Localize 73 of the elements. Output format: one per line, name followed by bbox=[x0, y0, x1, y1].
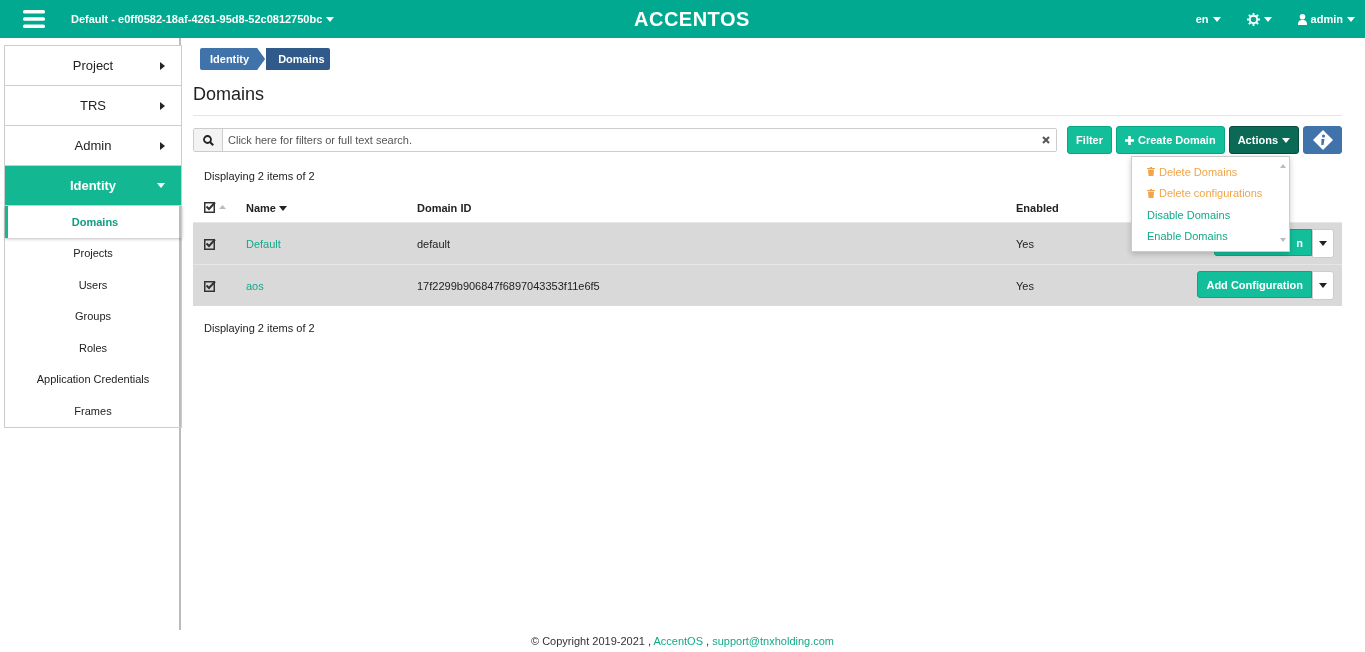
trash-icon bbox=[1147, 188, 1155, 198]
scrollbar[interactable] bbox=[1279, 163, 1287, 243]
items-count: Displaying 2 items of 2 bbox=[204, 322, 315, 334]
checkbox[interactable] bbox=[204, 238, 216, 251]
user-menu[interactable]: admin bbox=[1297, 13, 1355, 25]
sidebar-subitem[interactable]: Domains bbox=[5, 206, 182, 238]
sidebar-subitem[interactable]: Application Credentials bbox=[5, 363, 181, 395]
trash-icon bbox=[1147, 167, 1155, 177]
actions-button[interactable]: Actions bbox=[1228, 126, 1299, 154]
menu-icon[interactable] bbox=[23, 10, 45, 28]
checkbox[interactable] bbox=[204, 280, 216, 293]
project-selector[interactable]: Default - e0ff0582-18af-4261-95d8-52c0812750bc bbox=[71, 13, 335, 25]
table-cell: default bbox=[417, 237, 451, 250]
email-link[interactable]: support@tnxholding.com bbox=[712, 635, 834, 647]
settings-icon bbox=[1246, 12, 1260, 26]
column-header: Enabled bbox=[1016, 202, 1059, 214]
search-field[interactable]: Click here for filters or full text search. bbox=[223, 134, 1043, 146]
domain-link[interactable]: aos bbox=[246, 279, 264, 292]
column-header: Domain ID bbox=[417, 202, 472, 214]
sidebar-item[interactable]: TRS bbox=[5, 86, 181, 126]
menu-item[interactable]: Disable Domains bbox=[1132, 204, 1289, 226]
domain-link[interactable]: Default bbox=[246, 237, 281, 250]
add-configuration-button[interactable]: Add Configuration bbox=[1197, 271, 1312, 298]
sidebar-subitem[interactable]: Frames bbox=[5, 395, 181, 427]
sidebar-subitem[interactable]: Projects bbox=[5, 237, 181, 269]
caret-icon bbox=[1282, 137, 1290, 143]
info-icon bbox=[1312, 130, 1333, 150]
settings-menu[interactable] bbox=[1246, 12, 1272, 26]
search-icon bbox=[202, 134, 214, 146]
create-domain-button[interactable]: Create Domain bbox=[1116, 126, 1225, 154]
language-selector[interactable]: en bbox=[1195, 13, 1221, 25]
caret-icon bbox=[278, 205, 287, 211]
separator-text: , bbox=[706, 635, 710, 647]
breadcrumb-item[interactable]: Identity bbox=[200, 48, 266, 70]
caret-icon bbox=[1319, 283, 1327, 288]
plus-icon bbox=[1125, 135, 1134, 145]
checkbox[interactable] bbox=[204, 201, 216, 213]
table-cell: Yes bbox=[1016, 237, 1034, 250]
sidebar-item[interactable]: Identity bbox=[5, 166, 181, 206]
sidebar-subitem[interactable]: Groups bbox=[5, 300, 181, 332]
menu-item[interactable]: Delete configurations bbox=[1132, 182, 1289, 204]
caret-icon bbox=[157, 183, 165, 188]
sort-icon bbox=[219, 205, 226, 209]
copyright-text: © Copyright 2019-2021 , bbox=[531, 635, 651, 647]
caret-icon bbox=[160, 61, 165, 70]
sidebar-item[interactable]: Project bbox=[5, 46, 181, 86]
table-cell: 17f2299b906847f6897043353f11e6f5 bbox=[417, 279, 600, 292]
filter-button[interactable]: Filter bbox=[1067, 126, 1112, 154]
logo: ACCENTOS bbox=[634, 8, 750, 31]
close-icon[interactable] bbox=[1042, 136, 1051, 144]
caret-icon bbox=[1319, 241, 1327, 246]
table-cell: Yes bbox=[1016, 279, 1034, 292]
menu-item[interactable]: Delete Domains bbox=[1132, 161, 1289, 183]
menu-item[interactable]: Enable Domains bbox=[1132, 225, 1289, 247]
page-title: Domains bbox=[193, 84, 1342, 116]
user-icon bbox=[1297, 13, 1307, 25]
sidebar-item[interactable]: Admin bbox=[5, 126, 181, 166]
sidebar-subitem[interactable]: Users bbox=[5, 269, 181, 301]
column-header[interactable]: Name bbox=[246, 202, 287, 214]
items-count: Displaying 2 items of 2 bbox=[204, 170, 315, 182]
caret-icon bbox=[326, 16, 335, 22]
sidebar-subitem[interactable]: Roles bbox=[5, 332, 181, 364]
caret-icon bbox=[1212, 16, 1221, 22]
dropdown-toggle[interactable] bbox=[1312, 229, 1334, 258]
caret-icon bbox=[160, 101, 165, 110]
caret-icon bbox=[1263, 16, 1272, 22]
search-box[interactable]: Click here for filters or full text search. bbox=[193, 128, 1058, 152]
dropdown-toggle[interactable] bbox=[1312, 271, 1334, 300]
info-button[interactable] bbox=[1303, 126, 1342, 154]
caret-icon bbox=[1347, 16, 1355, 22]
caret-icon bbox=[160, 141, 165, 150]
footer-link[interactable]: AccentOS bbox=[653, 635, 703, 647]
breadcrumb-item[interactable]: Domains bbox=[266, 48, 331, 70]
